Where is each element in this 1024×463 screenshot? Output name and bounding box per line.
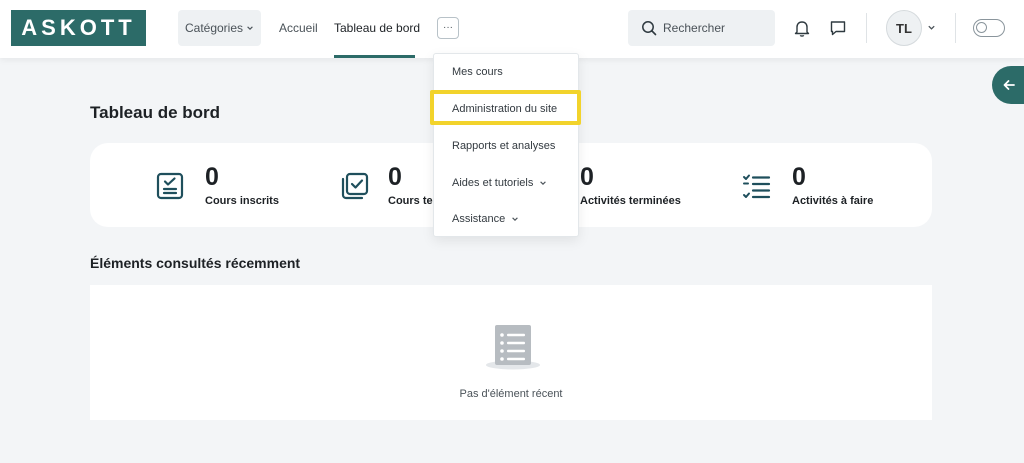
stat-label: Cours te: [388, 195, 433, 207]
stat-cours-inscrits[interactable]: 0 Cours inscrits: [155, 143, 305, 227]
empty-state-text: Pas d'élément récent: [459, 388, 563, 400]
user-menu-chevron-icon[interactable]: [927, 23, 936, 32]
stacked-check-icon: [341, 172, 369, 200]
menu-item-label: Aides et tutoriels: [452, 177, 534, 189]
recent-items-title: Éléments consultés récemment: [90, 255, 301, 271]
menu-item-rapports-et-analyses[interactable]: Rapports et analyses: [434, 131, 580, 161]
stat-label: Cours inscrits: [205, 195, 279, 207]
user-avatar[interactable]: TL: [886, 10, 922, 46]
toggle-knob: [976, 22, 987, 33]
nav-link-tableau-de-bord[interactable]: Tableau de bord: [334, 21, 420, 35]
checklist-icon: [156, 172, 184, 200]
header-divider: [955, 13, 956, 43]
menu-item-label: Rapports et analyses: [452, 140, 556, 152]
chat-icon[interactable]: [828, 18, 848, 38]
stat-cours-termines[interactable]: 0 Cours te: [340, 143, 440, 227]
more-menu-button[interactable]: ···: [437, 17, 459, 39]
stat-value: 0: [205, 163, 219, 191]
chevron-down-icon: [247, 26, 253, 30]
categories-label: Catégories: [184, 21, 244, 35]
stat-value: 0: [388, 163, 402, 191]
recent-items-card: Pas d'élément récent: [90, 285, 932, 420]
bell-icon[interactable]: [792, 18, 812, 38]
stat-value: 0: [580, 163, 594, 191]
menu-item-mes-cours[interactable]: Mes cours: [434, 57, 580, 87]
stat-label: Activités terminées: [580, 195, 681, 207]
empty-list-icon: [486, 325, 540, 370]
stat-activites-terminees[interactable]: 0 Activités terminées: [580, 143, 720, 227]
categories-menu-button[interactable]: Catégories: [178, 10, 261, 46]
arrow-left-icon: [1003, 80, 1015, 90]
menu-item-aides-et-tutoriels[interactable]: Aides et tutoriels: [434, 168, 580, 198]
stat-value: 0: [792, 163, 806, 191]
page-title: Tableau de bord: [90, 103, 221, 122]
top-navbar: ASKOTT Catégories Accueil Tableau de bor…: [0, 0, 1024, 58]
search-box[interactable]: [628, 10, 775, 46]
header-divider: [866, 13, 867, 43]
nav-link-accueil[interactable]: Accueil: [279, 21, 318, 35]
search-input[interactable]: [663, 21, 763, 35]
more-dropdown-menu: Mes cours Administration du site Rapport…: [433, 53, 579, 237]
chevron-down-icon: [512, 217, 518, 221]
site-logo[interactable]: ASKOTT: [11, 10, 146, 46]
highlight-box: [430, 90, 581, 125]
stat-activites-a-faire[interactable]: 0 Activités à faire: [741, 143, 881, 227]
stat-label: Activités à faire: [792, 195, 874, 207]
search-icon: [642, 21, 657, 36]
menu-item-label: Assistance: [452, 213, 506, 225]
open-drawer-button[interactable]: [992, 66, 1024, 104]
active-tab-indicator: [334, 55, 415, 58]
edit-mode-toggle[interactable]: [973, 19, 1005, 37]
menu-item-label: Mes cours: [452, 66, 503, 78]
menu-item-assistance[interactable]: Assistance: [434, 204, 580, 234]
task-list-icon: [743, 174, 771, 199]
chevron-down-icon: [540, 181, 547, 185]
